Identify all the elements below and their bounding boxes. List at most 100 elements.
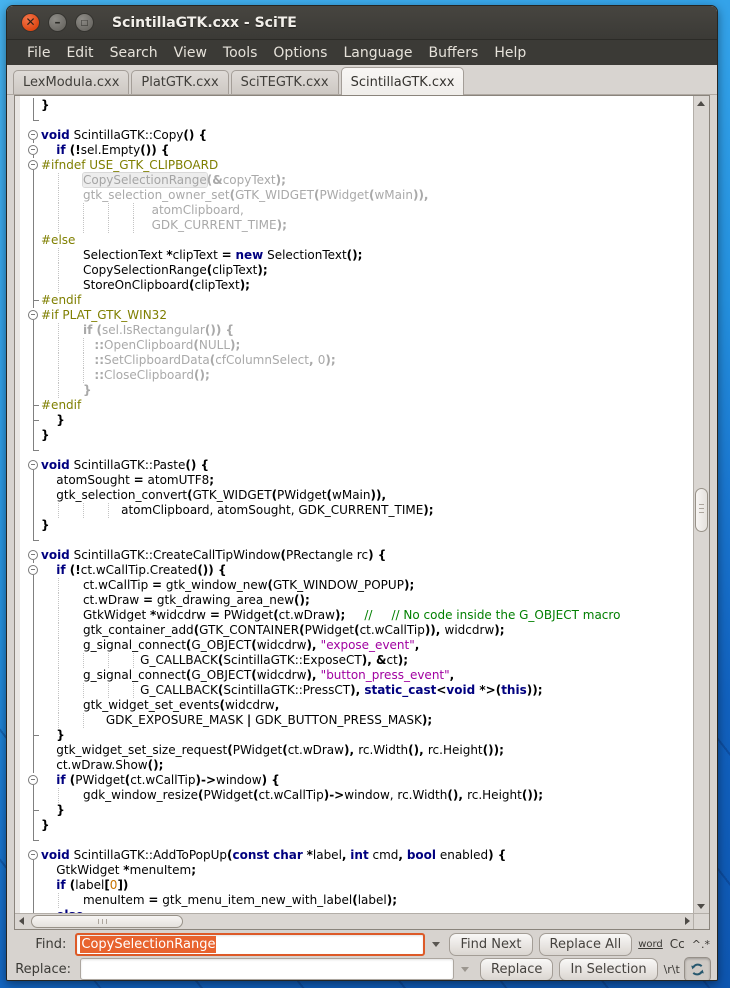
code-line[interactable]: g_signal_connect(G_OBJECT(widcdrw), "but… [15,668,694,683]
code-line[interactable]: GDK_CURRENT_TIME); [15,218,694,233]
code-line[interactable]: void ScintillaGTK::Paste() { [15,458,694,473]
replace-button[interactable]: Replace [480,958,553,981]
tab-platgtk-cxx[interactable]: PlatGTK.cxx [131,70,228,95]
code-line[interactable]: } [15,803,694,818]
code-line[interactable]: gtk_widget_set_size_request(PWidget(ct.w… [15,743,694,758]
menu-item-buffers[interactable]: Buffers [421,43,487,63]
code-line[interactable]: ct.wDraw = gtk_drawing_area_new(); [15,593,694,608]
code-line[interactable]: CopySelectionRange(&copyText); [15,173,694,188]
code-line[interactable]: g_signal_connect(G_OBJECT(widcdrw), "exp… [15,638,694,653]
vertical-scrollbar[interactable] [693,96,709,914]
menu-item-options[interactable]: Options [265,43,335,63]
code-line[interactable]: #endif [15,398,694,413]
code-line[interactable] [15,113,694,128]
code-line[interactable]: ::OpenClipboard(NULL); [15,338,694,353]
code-line[interactable]: menuItem = gtk_menu_item_new_with_label(… [15,893,694,908]
minimize-button[interactable]: – [48,13,67,32]
code-line[interactable]: StoreOnClipboard(clipText); [15,278,694,293]
in-selection-button[interactable]: In Selection [559,958,657,981]
code-line[interactable]: gtk_selection_convert(GTK_WIDGET(PWidget… [15,488,694,503]
replace-all-button[interactable]: Replace All [539,933,633,956]
code-line[interactable]: GtkWidget *widcdrw = PWidget(ct.wDraw); … [15,608,694,623]
close-button[interactable]: ✕ [21,13,40,32]
code-line[interactable]: void ScintillaGTK::Copy() { [15,128,694,143]
code-line[interactable]: if (PWidget(ct.wCallTip)->window) { [15,773,694,788]
fold-marker[interactable] [20,773,38,788]
menu-item-edit[interactable]: Edit [58,43,101,63]
code-line[interactable]: atomClipboard, [15,203,694,218]
fold-marker[interactable] [20,548,38,563]
scroll-down-icon[interactable] [697,904,705,909]
horizontal-scrollbar[interactable] [15,913,694,929]
code-line[interactable]: CopySelectionRange(clipText); [15,263,694,278]
fold-marker[interactable] [20,563,38,578]
code-line[interactable] [15,443,694,458]
code-line[interactable]: } [15,98,694,113]
menu-item-view[interactable]: View [166,43,215,63]
code-line[interactable]: ::SetClipboardData(cfColumnSelect, 0); [15,353,694,368]
tab-lexmodula-cxx[interactable]: LexModula.cxx [13,70,129,95]
scroll-left-icon[interactable] [19,917,24,925]
fold-marker[interactable] [20,458,38,473]
menu-item-help[interactable]: Help [486,43,534,63]
code-line[interactable] [15,833,694,848]
menu-item-language[interactable]: Language [335,43,420,63]
code-line[interactable]: void ScintillaGTK::AddToPopUp(const char… [15,848,694,863]
code-line[interactable]: GtkWidget *menuItem; [15,863,694,878]
backslash-escapes-toggle[interactable]: \r\t [664,963,680,976]
wrap-around-toggle[interactable] [684,957,711,982]
tab-scintillagtk-cxx[interactable]: ScintillaGTK.cxx [341,67,465,95]
menu-item-file[interactable]: File [19,43,58,63]
code-line[interactable]: ::CloseClipboard(); [15,368,694,383]
title-bar[interactable]: ✕ – □ ScintillaGTK.cxx - SciTE [7,6,717,40]
fold-marker[interactable] [20,308,38,323]
code-line[interactable]: #endif [15,293,694,308]
code-line[interactable]: gtk_selection_owner_set(GTK_WIDGET(PWidg… [15,188,694,203]
code-line[interactable]: atomSought = atomUTF8; [15,473,694,488]
regex-toggle[interactable]: ^.* [692,938,710,951]
replace-input[interactable] [80,958,454,980]
menu-item-tools[interactable]: Tools [215,43,266,63]
fold-marker[interactable] [20,158,38,173]
match-case-toggle[interactable]: Cc [670,937,685,951]
whole-word-toggle[interactable]: word [638,939,663,950]
code-line[interactable]: if (!ct.wCallTip.Created()) { [15,563,694,578]
code-line[interactable]: G_CALLBACK(ScintillaGTK::PressCT), stati… [15,683,694,698]
code-line[interactable]: } [15,413,694,428]
code-text-area[interactable]: }void ScintillaGTK::Copy() { if (!sel.Em… [15,96,694,914]
code-line[interactable]: } [15,383,694,398]
code-line[interactable]: #else [15,233,694,248]
code-line[interactable]: gtk_container_add(GTK_CONTAINER(PWidget(… [15,623,694,638]
fold-marker[interactable] [20,143,38,158]
code-line[interactable]: atomClipboard, atomSought, GDK_CURRENT_T… [15,503,694,518]
scroll-right-icon[interactable] [685,917,690,925]
code-line[interactable]: } [15,818,694,833]
code-line[interactable]: ct.wCallTip = gtk_window_new(GTK_WINDOW_… [15,578,694,593]
maximize-button[interactable]: □ [75,13,94,32]
code-line[interactable]: #if PLAT_GTK_WIN32 [15,308,694,323]
menu-item-search[interactable]: Search [102,43,166,63]
code-line[interactable]: GDK_EXPOSURE_MASK | GDK_BUTTON_PRESS_MAS… [15,713,694,728]
code-line[interactable]: gtk_widget_set_events(widcdrw, [15,698,694,713]
find-input[interactable]: CopySelectionRange [75,933,425,956]
code-line[interactable]: } [15,428,694,443]
code-line[interactable]: #ifndef USE_GTK_CLIPBOARD [15,158,694,173]
code-line[interactable]: if (label[0]) [15,878,694,893]
code-line[interactable]: if (!sel.Empty()) { [15,143,694,158]
horizontal-scrollbar-thumb[interactable] [31,915,183,928]
fold-marker[interactable] [20,848,38,863]
code-line[interactable]: void ScintillaGTK::CreateCallTipWindow(P… [15,548,694,563]
code-line[interactable]: SelectionText *clipText = new SelectionT… [15,248,694,263]
code-editor[interactable]: }void ScintillaGTK::Copy() { if (!sel.Em… [14,95,710,930]
replace-history-dropdown[interactable] [454,959,476,979]
code-line[interactable]: G_CALLBACK(ScintillaGTK::ExposeCT), &ct)… [15,653,694,668]
code-line[interactable]: } [15,518,694,533]
scroll-up-icon[interactable] [697,101,705,106]
tab-scitegtk-cxx[interactable]: SciTEGTK.cxx [231,70,339,95]
code-line[interactable] [15,533,694,548]
find-history-dropdown[interactable] [425,934,445,954]
fold-marker[interactable] [20,128,38,143]
code-line[interactable]: if (sel.IsRectangular()) { [15,323,694,338]
code-line[interactable]: ct.wDraw.Show(); [15,758,694,773]
code-line[interactable]: } [15,728,694,743]
